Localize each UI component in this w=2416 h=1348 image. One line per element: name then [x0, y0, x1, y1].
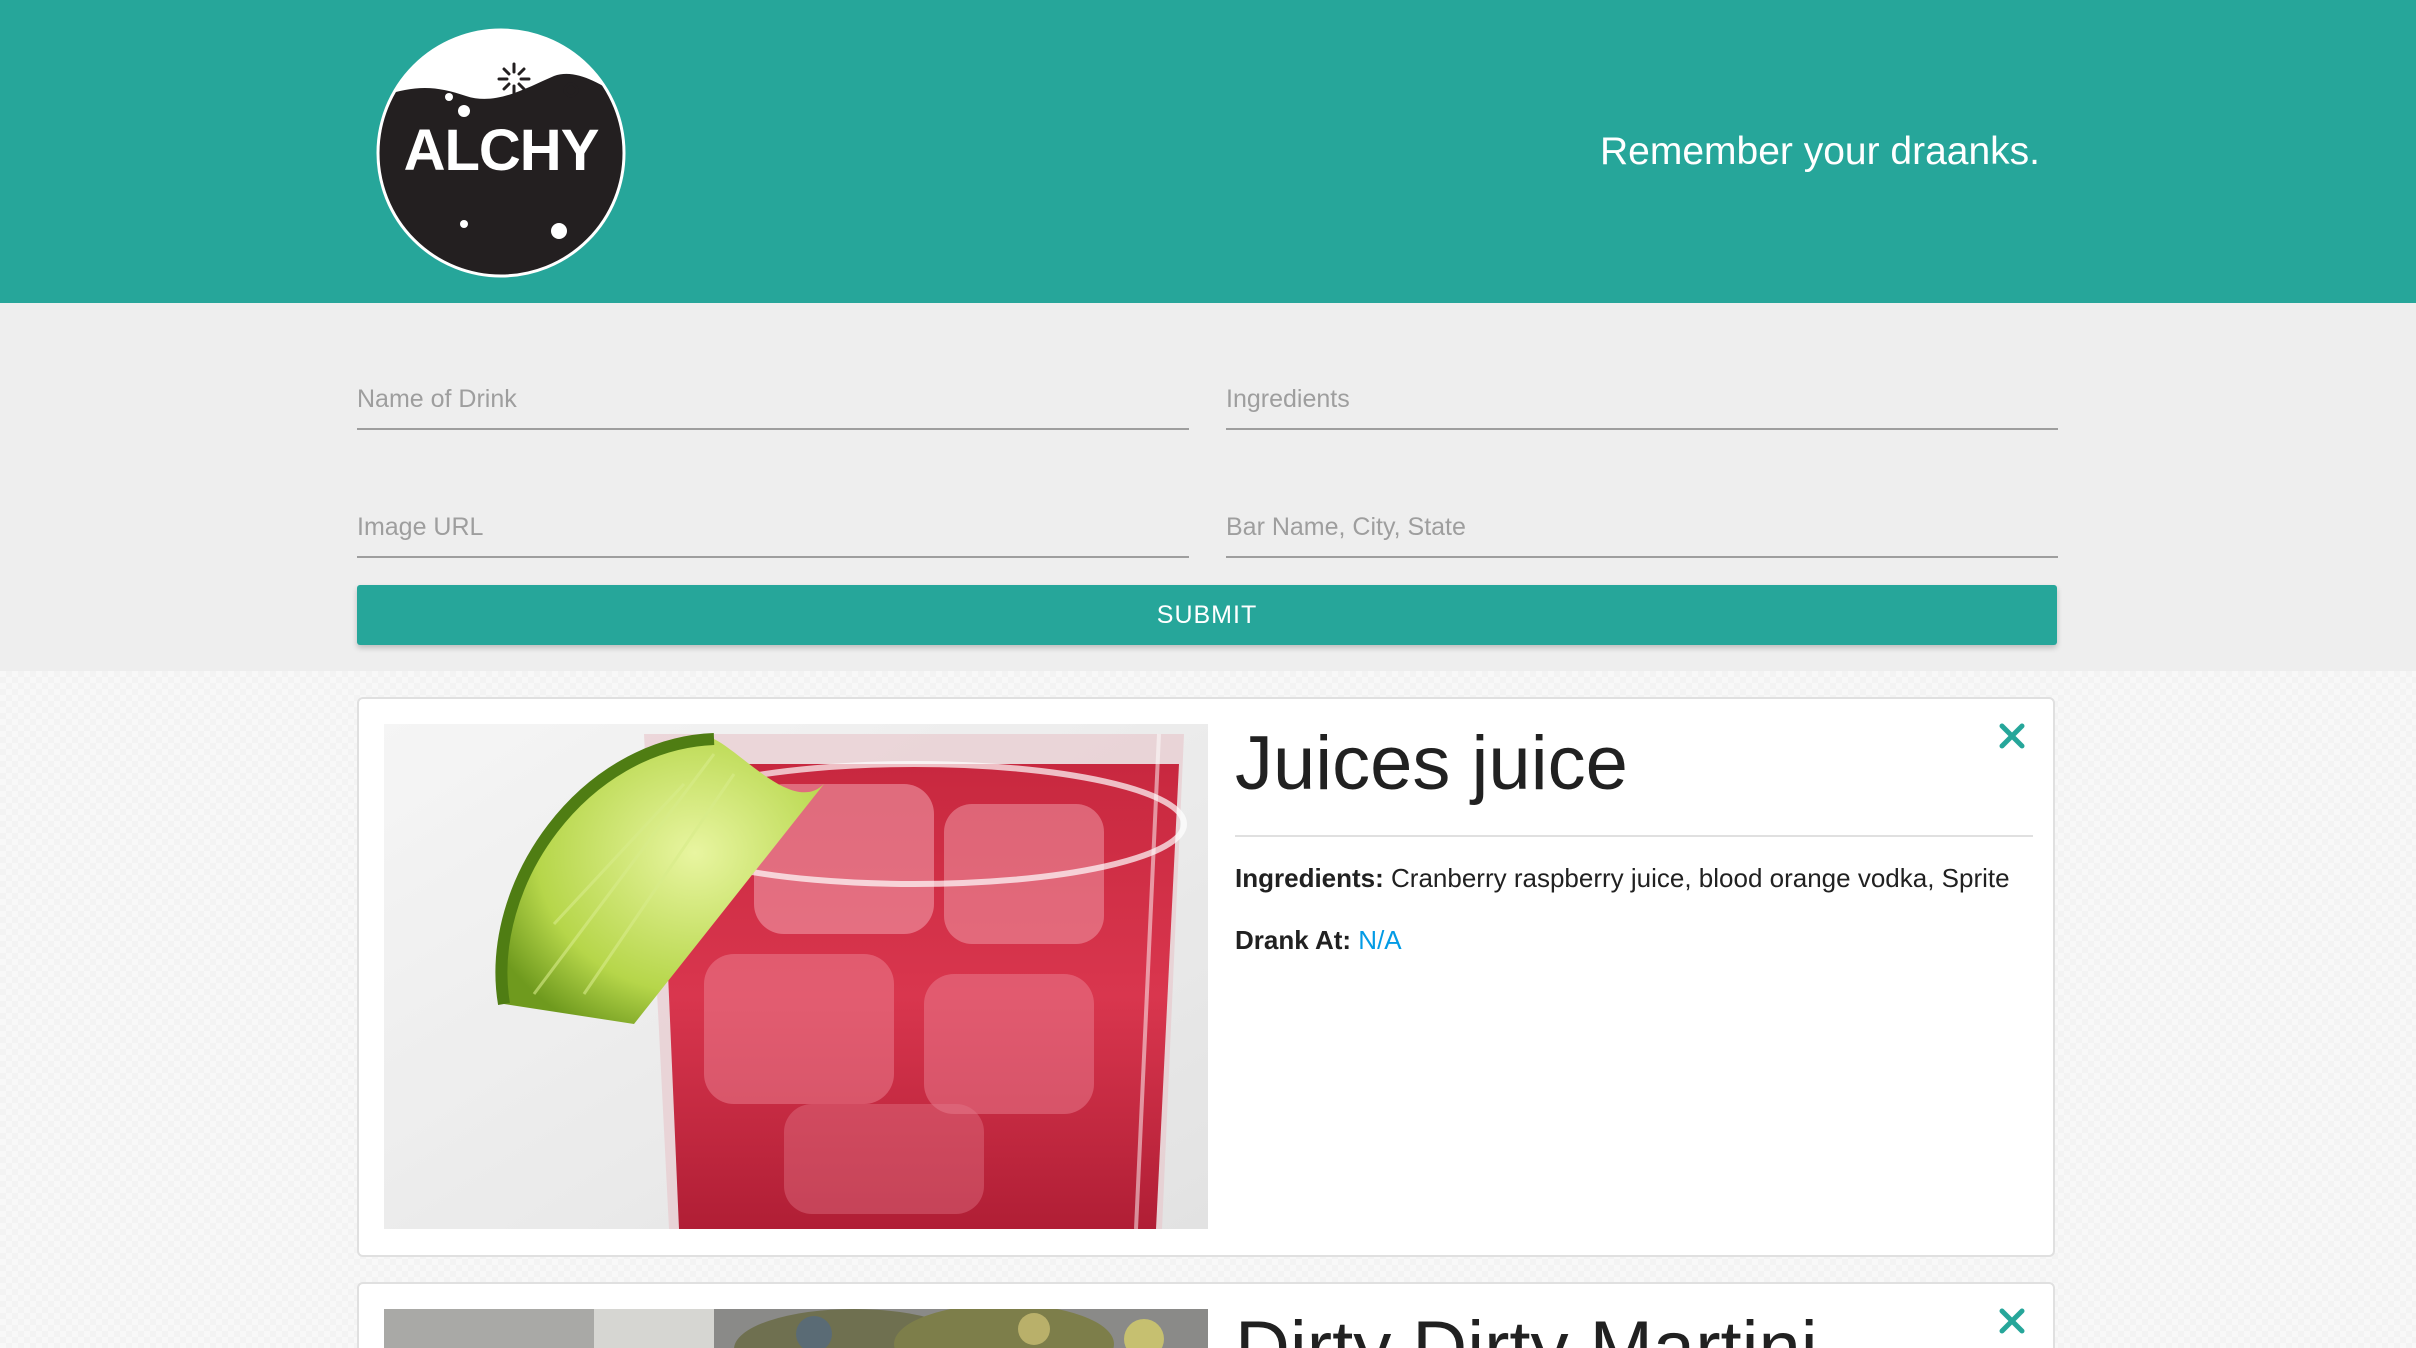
drink-image — [384, 1309, 1208, 1348]
ingredients-input[interactable] — [1226, 370, 2058, 430]
bar-location-field[interactable] — [1226, 498, 2058, 558]
submit-button[interactable]: SUBMIT — [357, 585, 2057, 645]
app-header: ALCHY Remember your draanks. — [0, 0, 2416, 303]
close-icon[interactable] — [1995, 1304, 2029, 1338]
drink-name-input[interactable] — [357, 370, 1189, 430]
close-icon[interactable] — [1995, 719, 2029, 753]
drink-name-field[interactable] — [357, 370, 1189, 430]
drink-card: Juices juice Ingredients: Cranberry rasp… — [357, 697, 2055, 1257]
alchy-logo[interactable]: ALCHY — [376, 28, 626, 278]
drink-title: Juices juice — [1235, 721, 1628, 806]
drink-card: Dirty Dirty Martini — [357, 1282, 2055, 1348]
tagline: Remember your draanks. — [1599, 130, 2040, 173]
divider — [1235, 835, 2033, 837]
drink-title: Dirty Dirty Martini — [1235, 1304, 1818, 1348]
image-url-field[interactable] — [357, 498, 1189, 558]
logo-text: ALCHY — [404, 118, 599, 183]
ingredients-label: Ingredients: — [1235, 863, 1384, 893]
ingredients-field[interactable] — [1226, 370, 2058, 430]
bar-location-input[interactable] — [1226, 498, 2058, 558]
drank-at-label: Drank At: — [1235, 925, 1352, 955]
drank-at-link[interactable]: N/A — [1358, 925, 1401, 955]
image-url-input[interactable] — [357, 498, 1189, 558]
ingredients-line: Ingredients: Cranberry raspberry juice, … — [1235, 861, 2010, 895]
drink-image — [384, 724, 1208, 1229]
ingredients-value: Cranberry raspberry juice, blood orange … — [1391, 863, 2010, 893]
drank-at-line: Drank At: N/A — [1235, 923, 1402, 957]
